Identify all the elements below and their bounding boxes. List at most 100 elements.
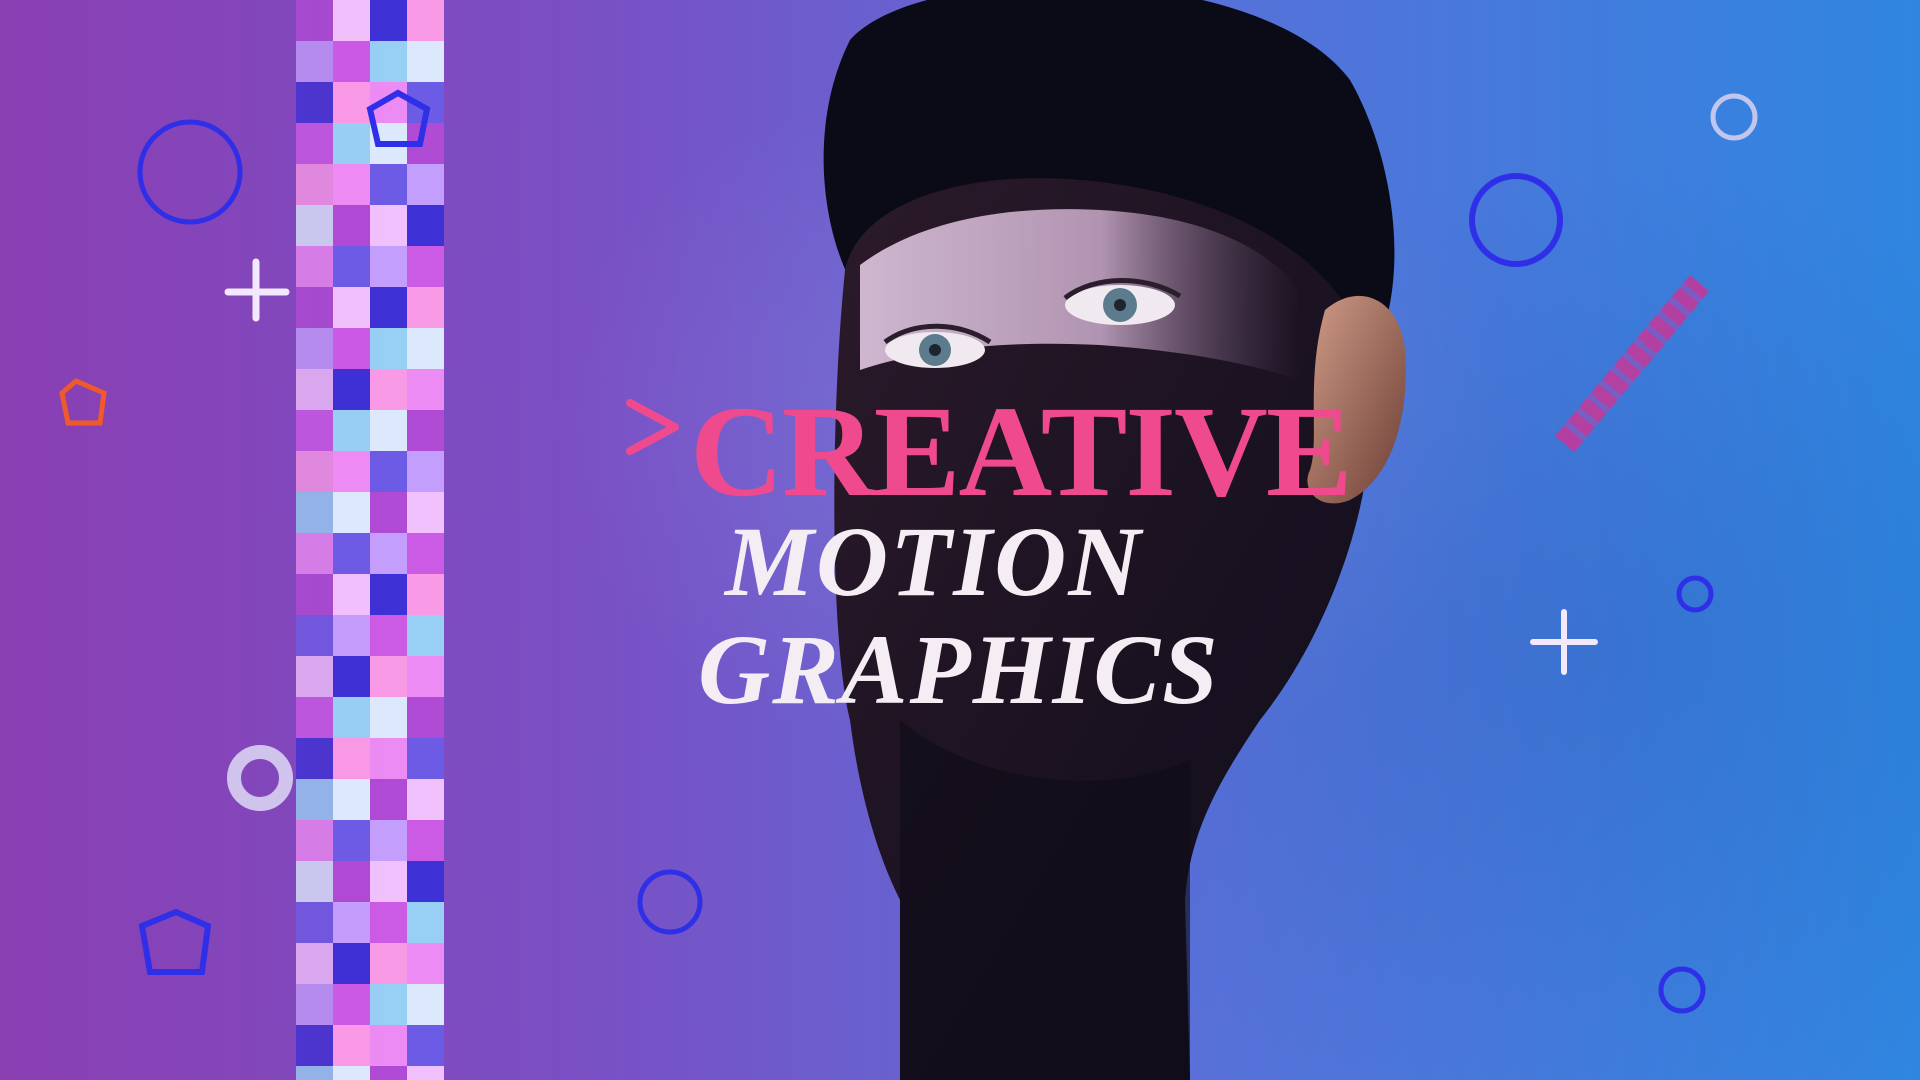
pixel-block	[370, 902, 407, 943]
pixel-block	[370, 246, 407, 287]
pixel-block	[407, 861, 444, 902]
pixel-block	[370, 451, 407, 492]
pixel-block	[296, 984, 333, 1025]
pixel-block	[333, 820, 370, 861]
pixel-block	[370, 1025, 407, 1066]
pixel-block	[296, 41, 333, 82]
pixel-block	[370, 82, 407, 123]
pixel-block	[296, 820, 333, 861]
pixel-block	[296, 656, 333, 697]
pixel-block	[370, 615, 407, 656]
pixel-block	[333, 779, 370, 820]
title-line-graphics: GRAPHICS	[698, 614, 1220, 725]
pixel-block	[407, 984, 444, 1025]
pixel-block	[333, 164, 370, 205]
pixel-block	[333, 902, 370, 943]
pixel-block	[296, 492, 333, 533]
pixel-block	[333, 246, 370, 287]
pixel-block	[407, 328, 444, 369]
pixel-block	[296, 123, 333, 164]
pixel-block	[370, 287, 407, 328]
pixel-block	[333, 861, 370, 902]
pixel-block	[333, 287, 370, 328]
pixel-block	[333, 656, 370, 697]
pixel-block	[296, 369, 333, 410]
pixel-block	[296, 861, 333, 902]
pixel-block	[407, 369, 444, 410]
pixel-block	[407, 697, 444, 738]
title-line-motion: MOTION	[725, 506, 1143, 617]
pixel-block	[296, 697, 333, 738]
pixel-block	[333, 738, 370, 779]
pixel-block	[296, 0, 333, 41]
chevron-right-icon	[620, 355, 690, 495]
title-card-stage: CREATIVE MOTION GRAPHICS	[0, 0, 1920, 1080]
pixel-block	[370, 697, 407, 738]
pixel-block	[333, 533, 370, 574]
pixel-block	[407, 779, 444, 820]
pixel-block	[333, 984, 370, 1025]
pixel-block	[407, 451, 444, 492]
pixel-block	[333, 82, 370, 123]
pixel-block	[407, 123, 444, 164]
pixel-block	[333, 1025, 370, 1066]
pixel-block	[407, 205, 444, 246]
pixel-block	[370, 1066, 407, 1080]
pixel-block	[296, 615, 333, 656]
creative-row: CREATIVE	[620, 355, 1353, 522]
pixel-block	[370, 820, 407, 861]
pixel-block	[333, 41, 370, 82]
pixel-block	[370, 943, 407, 984]
pixel-block	[370, 574, 407, 615]
pixel-block	[370, 861, 407, 902]
pixel-block	[333, 1066, 370, 1080]
pixel-block	[407, 410, 444, 451]
pixel-block	[296, 902, 333, 943]
pixel-block	[333, 205, 370, 246]
pixel-block	[296, 451, 333, 492]
pixel-block	[370, 984, 407, 1025]
pixel-block	[333, 369, 370, 410]
title-block: CREATIVE MOTION GRAPHICS	[620, 355, 1360, 725]
pixel-block	[370, 205, 407, 246]
pixel-block	[407, 246, 444, 287]
pixel-strip	[296, 0, 444, 1080]
pixel-block	[296, 287, 333, 328]
pixel-block	[370, 410, 407, 451]
pixel-block	[407, 164, 444, 205]
pixel-block	[407, 615, 444, 656]
pixel-block	[370, 369, 407, 410]
pixel-block	[370, 0, 407, 41]
pixel-block	[296, 328, 333, 369]
pixel-block	[407, 41, 444, 82]
pixel-block	[407, 533, 444, 574]
pixel-block	[333, 492, 370, 533]
pixel-block	[296, 574, 333, 615]
pixel-block	[370, 656, 407, 697]
pixel-block	[333, 328, 370, 369]
pixel-block	[370, 328, 407, 369]
pixel-block	[407, 82, 444, 123]
title-line-creative: CREATIVE	[690, 380, 1353, 524]
pixel-block	[333, 615, 370, 656]
pixel-block	[407, 943, 444, 984]
pixel-block	[370, 41, 407, 82]
pixel-block	[407, 902, 444, 943]
pixel-block	[296, 205, 333, 246]
pixel-block	[333, 410, 370, 451]
pixel-block	[407, 574, 444, 615]
pixel-block	[407, 738, 444, 779]
pixel-block	[370, 123, 407, 164]
pixel-block	[333, 123, 370, 164]
pixel-block	[370, 533, 407, 574]
pixel-block	[407, 1025, 444, 1066]
pixel-block	[296, 533, 333, 574]
pixel-block	[407, 1066, 444, 1080]
pixel-block	[333, 0, 370, 41]
pixel-block	[296, 246, 333, 287]
pixel-block	[296, 164, 333, 205]
pixel-block	[296, 410, 333, 451]
pixel-block	[407, 287, 444, 328]
pixel-block	[296, 943, 333, 984]
pixel-block	[333, 574, 370, 615]
